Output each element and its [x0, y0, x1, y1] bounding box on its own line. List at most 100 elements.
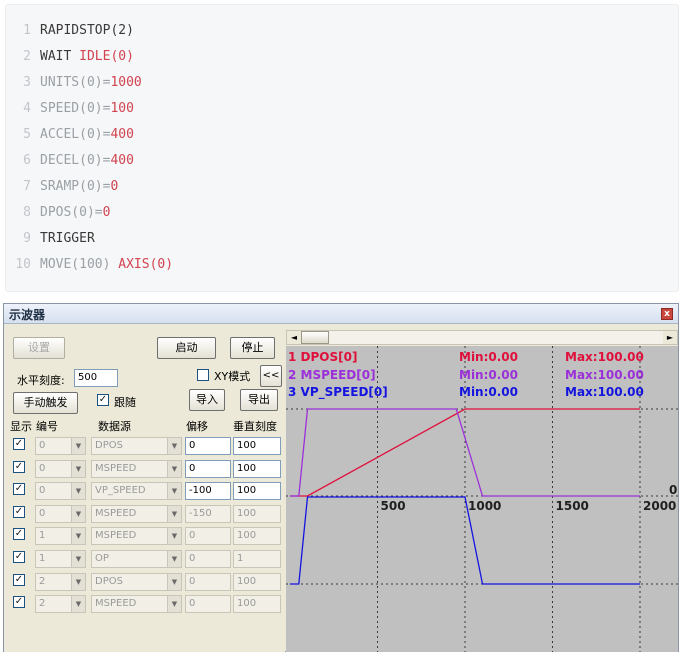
legend-name: 1 DPOS[0]	[288, 350, 358, 364]
line-number: 5	[23, 127, 31, 142]
channel-show-checkbox[interactable]: ✓	[13, 596, 25, 609]
channel-source-select[interactable]: DPOS ▼	[91, 437, 182, 455]
manual-trigger-button[interactable]: 手动触发	[13, 392, 78, 414]
channel-show-checkbox[interactable]: ✓	[13, 573, 25, 586]
channel-source-select[interactable]: MSPEED ▼	[91, 459, 182, 478]
channel-show-checkbox[interactable]: ✓	[13, 505, 25, 518]
code-token: TRIGGER	[40, 231, 95, 246]
code-token: MOVE(100)	[40, 257, 119, 272]
channel-offset-input[interactable]: 0	[185, 550, 231, 568]
channel-show-checkbox[interactable]: ✓	[13, 438, 25, 450]
channel-id-value: 1	[39, 553, 46, 564]
channel-source-select[interactable]: MSPEED ▼	[91, 504, 182, 523]
channel-id-select[interactable]: 0 ▼	[35, 459, 86, 478]
channel-id-value: 2	[39, 575, 46, 587]
legend-name: 2 MSPEED[0]	[288, 367, 376, 382]
code-token: AXIS(0)	[118, 257, 174, 272]
channel-vscale-input[interactable]: 1	[233, 550, 281, 568]
channel-vscale-input[interactable]: 100	[233, 595, 281, 614]
code-token: 400	[110, 127, 134, 142]
channel-id-select[interactable]: 1 ▼	[35, 527, 86, 546]
channel-source-value: VP_SPEED	[95, 485, 146, 497]
channel-source-value: MSPEED	[95, 507, 137, 519]
control-panel: 设置 启动 停止 水平刻度: 500 ✓ XY模式 << 手动触发 ✓ 跟随 导…	[4, 325, 285, 652]
title-bar: 示波器 x	[4, 304, 678, 324]
channel-source-select[interactable]: VP_SPEED ▼	[91, 482, 182, 501]
channel-show-checkbox[interactable]: ✓	[13, 460, 25, 473]
channel-row: ✓ 0 ▼ DPOS ▼ 0 100	[4, 437, 285, 460]
channel-source-value: OP	[95, 553, 109, 564]
horizontal-scale-input[interactable]: 500	[74, 369, 118, 387]
channel-row: ✓ 1 ▼ MSPEED ▼ 0 100	[4, 527, 285, 550]
code-token: SPEED(0)=	[40, 101, 111, 116]
code-token: DECEL(0)=	[40, 153, 111, 168]
channel-id-select[interactable]: 0 ▼	[35, 482, 86, 501]
channel-id-select[interactable]: 0 ▼	[35, 504, 86, 523]
chevron-down-icon: ▼	[167, 573, 181, 590]
channel-vscale-input[interactable]: 100	[233, 504, 281, 523]
scroll-right-icon[interactable]: ►	[663, 331, 677, 344]
legend-min: Min:0.00	[459, 367, 519, 382]
follow-checkbox[interactable]: ✓	[97, 394, 109, 406]
channel-offset-input[interactable]: 0	[185, 437, 231, 455]
code-token: WAIT	[40, 49, 80, 64]
channel-id-value: 1	[39, 530, 46, 542]
channel-offset-input[interactable]: 0	[185, 595, 231, 614]
code-line: 10 MOVE(100) AXIS(0)	[6, 252, 173, 278]
xy-mode-checkbox[interactable]: ✓	[197, 369, 209, 381]
channel-source-select[interactable]: MSPEED ▼	[91, 527, 182, 546]
code-token: DPOS(0)=	[40, 205, 103, 220]
chevron-down-icon: ▼	[71, 438, 85, 454]
channel-vscale-input[interactable]: 100	[233, 437, 281, 455]
chevron-down-icon: ▼	[71, 573, 85, 590]
channel-id-select[interactable]: 2 ▼	[35, 595, 86, 614]
channel-id-select[interactable]: 2 ▼	[35, 572, 86, 591]
close-button[interactable]: x	[661, 308, 673, 320]
channel-id-select[interactable]: 0 ▼	[35, 437, 86, 455]
line-number: 1	[23, 23, 31, 38]
scroll-left-icon[interactable]: ◄	[287, 331, 301, 344]
export-button[interactable]: 导出	[240, 389, 278, 411]
follow-label: 跟随	[114, 396, 136, 409]
scroll-thumb[interactable]	[301, 331, 329, 344]
window-title: 示波器	[9, 308, 46, 322]
channel-vscale-input[interactable]: 100	[233, 482, 281, 501]
code-token: SRAMP(0)=	[40, 179, 111, 194]
channel-source-select[interactable]: MSPEED ▼	[91, 595, 182, 614]
channel-offset-input[interactable]: 0	[185, 572, 231, 591]
code-line: 2 WAIT IDLE(0)	[6, 44, 134, 70]
code-token: 0	[102, 205, 111, 220]
channel-offset-input[interactable]: 0	[185, 459, 231, 478]
code-token: 0	[110, 179, 119, 194]
collapse-button[interactable]: <<	[260, 365, 282, 387]
import-button[interactable]: 导入	[189, 389, 225, 411]
chevron-down-icon: ▼	[71, 460, 85, 477]
x-tick-label: 500	[381, 499, 406, 513]
channel-id-select[interactable]: 1 ▼	[35, 550, 86, 568]
channel-source-select[interactable]: DPOS ▼	[91, 572, 182, 591]
horizontal-scale-label: 水平刻度:	[17, 374, 65, 387]
settings-button[interactable]: 设置	[13, 337, 65, 359]
channel-show-checkbox[interactable]: ✓	[13, 551, 25, 563]
channel-offset-input[interactable]: -100	[185, 482, 231, 501]
line-number: 8	[23, 205, 31, 220]
stop-button[interactable]: 停止	[230, 337, 275, 359]
horizontal-scrollbar[interactable]: ◄ ►	[286, 330, 678, 345]
code-token: ACCEL(0)=	[40, 127, 111, 142]
code-line: 3 UNITS(0)=1000	[6, 70, 142, 96]
scope-chart-panel: ◄ ► 500 1000 1500 2000 0 1 DPOS[0] Min:0.00 Ma…	[286, 325, 678, 652]
column-source: 数据源	[98, 420, 131, 433]
channel-source-value: DPOS	[95, 440, 123, 451]
channel-source-select[interactable]: OP ▼	[91, 550, 182, 568]
channel-show-checkbox[interactable]: ✓	[13, 528, 25, 541]
channel-show-checkbox[interactable]: ✓	[13, 483, 25, 496]
channel-vscale-input[interactable]: 100	[233, 572, 281, 591]
channel-vscale-input[interactable]: 100	[233, 527, 281, 546]
chevron-down-icon: ▼	[71, 596, 85, 613]
channel-vscale-input[interactable]: 100	[233, 459, 281, 478]
channel-offset-input[interactable]: 0	[185, 527, 231, 546]
channel-offset-input[interactable]: -150	[185, 504, 231, 523]
legend-max: Max:100.00	[565, 367, 644, 382]
chevron-down-icon: ▼	[71, 505, 85, 522]
start-button[interactable]: 启动	[157, 337, 216, 359]
